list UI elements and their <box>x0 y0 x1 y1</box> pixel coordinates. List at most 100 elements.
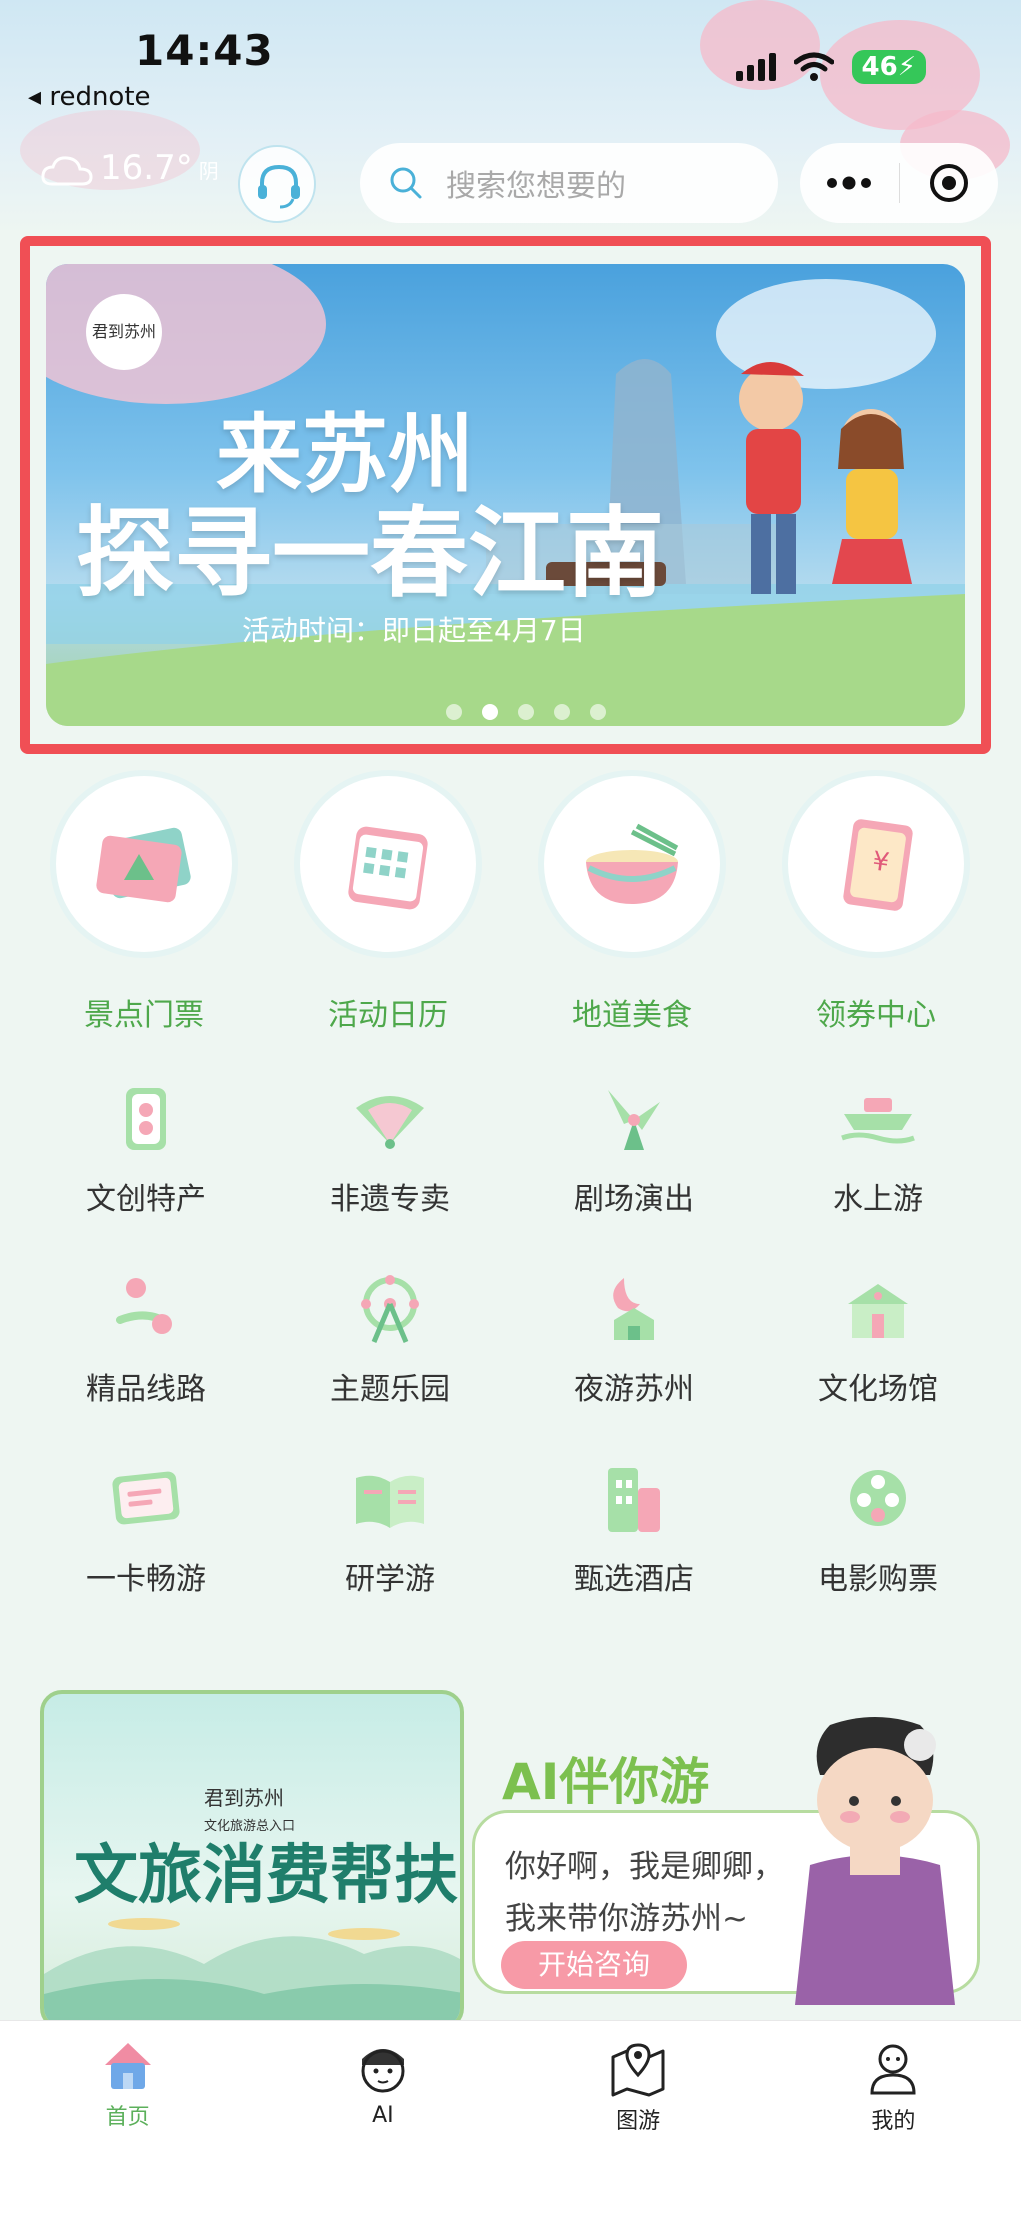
promo-card-consumption[interactable]: 君到苏州 文化旅游总入口 文旅消费帮扶 <box>40 1690 464 2030</box>
customer-service-button[interactable] <box>238 145 316 223</box>
service-label: 甄选酒店 <box>574 1562 694 1597</box>
start-consultation-button[interactable]: 开始咨询 <box>501 1941 687 1989</box>
service-movie-tickets[interactable]: 电影购票 <box>756 1460 1000 1598</box>
service-culture-venue[interactable]: 文化场馆 <box>756 1270 1000 1408</box>
weather-description: 阴 <box>198 159 219 183</box>
category-food[interactable]: 地道美食 <box>510 776 754 1034</box>
service-label: 电影购票 <box>818 1562 938 1597</box>
battery-indicator: 46⚡ <box>851 50 926 84</box>
calendar-icon <box>348 826 428 910</box>
tab-home[interactable]: 首页 <box>0 2021 255 2213</box>
pagination-dot[interactable] <box>518 704 534 720</box>
status-time: 14:43 <box>135 26 274 75</box>
tab-label: AI <box>372 2103 394 2128</box>
ai-greeting-line2: 我来带你游苏州~ <box>505 1901 748 1937</box>
service-label: 非遗专卖 <box>330 1182 450 1217</box>
service-label: 研学游 <box>345 1562 435 1597</box>
banner-logo: 君到苏州 <box>86 294 162 370</box>
back-to-app[interactable]: ◂ rednote <box>28 82 151 112</box>
service-grid: 文创特产 非遗专卖 剧场演出 水上游 精品线路 主题乐园 夜游苏州 文化场馆 一… <box>24 1080 994 1598</box>
service-heritage[interactable]: 非遗专卖 <box>268 1080 512 1218</box>
weather-temperature: 16.7° <box>100 148 193 188</box>
pagination-dot[interactable] <box>554 704 570 720</box>
service-boat-tour[interactable]: 水上游 <box>756 1080 1000 1218</box>
pagination-dot-active[interactable] <box>482 704 498 720</box>
promo-card-title: 文旅消费帮扶 <box>74 1838 458 1913</box>
souvenir-icon <box>126 1088 166 1150</box>
moon-night-icon <box>613 1278 654 1340</box>
headset-icon <box>258 164 300 209</box>
service-study-tour[interactable]: 研学游 <box>268 1460 512 1598</box>
back-app-label: rednote <box>49 82 151 112</box>
service-theme-park[interactable]: 主题乐园 <box>268 1270 512 1408</box>
search-icon <box>390 167 422 199</box>
service-label: 文化场馆 <box>818 1372 938 1407</box>
wifi-icon <box>793 52 834 81</box>
category-label: 活动日历 <box>328 998 448 1033</box>
battery-level: 46 <box>861 52 898 82</box>
bottom-tab-bar: 首页 AI 图游 我的 <box>0 2020 1021 2213</box>
service-label: 水上游 <box>833 1182 923 1217</box>
route-icon <box>116 1278 172 1334</box>
main-category-row: 景点门票 活动日历 地道美食 ¥ 领券中心 <box>0 776 1021 1034</box>
service-label: 精品线路 <box>86 1372 206 1407</box>
category-calendar[interactable]: 活动日历 <box>266 776 510 1034</box>
map-pin-icon <box>611 2043 665 2097</box>
service-routes[interactable]: 精品线路 <box>24 1270 268 1408</box>
coupon-icon: ¥ <box>843 819 913 911</box>
search-placeholder: 搜索您想要的 <box>446 169 626 204</box>
banner-pagination <box>446 704 606 720</box>
user-icon <box>870 2044 916 2095</box>
more-dots-icon <box>827 176 872 190</box>
pagination-dot[interactable] <box>590 704 606 720</box>
category-label: 领券中心 <box>816 998 936 1033</box>
promo-banner[interactable]: 君到苏州 来苏州 探寻一春江南 活动时间：即日起至4月7日 <box>46 264 965 726</box>
category-badge <box>300 776 476 952</box>
service-label: 主题乐园 <box>330 1372 450 1407</box>
museum-icon <box>848 1284 908 1338</box>
service-label: 文创特产 <box>86 1182 206 1217</box>
cellular-signal-icon <box>735 53 776 81</box>
tab-ai[interactable]: AI <box>255 2021 510 2213</box>
search-input[interactable]: 搜索您想要的 <box>360 143 778 223</box>
banner-highlight-frame: 君到苏州 来苏州 探寻一春江南 活动时间：即日起至4月7日 <box>20 236 991 754</box>
more-menu-button[interactable] <box>800 143 899 223</box>
film-reel-icon <box>850 1470 906 1526</box>
ticket-icon <box>96 827 191 903</box>
pagination-dot[interactable] <box>446 704 462 720</box>
close-mini-program-button[interactable] <box>900 143 999 223</box>
book-icon <box>356 1475 424 1528</box>
tab-profile[interactable]: 我的 <box>766 2021 1021 2213</box>
service-souvenir[interactable]: 文创特产 <box>24 1080 268 1218</box>
service-hotels[interactable]: 甄选酒店 <box>512 1460 756 1598</box>
theater-icon <box>608 1090 660 1150</box>
fan-icon <box>356 1096 424 1149</box>
service-label: 夜游苏州 <box>574 1372 694 1407</box>
noodle-bowl-icon <box>586 823 679 904</box>
home-icon <box>104 2043 151 2089</box>
category-badge <box>56 776 232 952</box>
service-travel-card[interactable]: 一卡畅游 <box>24 1460 268 1598</box>
category-tickets[interactable]: 景点门票 <box>22 776 266 1034</box>
service-label: 一卡畅游 <box>86 1562 206 1597</box>
tab-label: 我的 <box>871 2109 916 2134</box>
cloud-icon <box>41 156 93 186</box>
service-night-tour[interactable]: 夜游苏州 <box>512 1270 756 1408</box>
promo-logo-title: 君到苏州 <box>204 1786 284 1810</box>
ai-guide-title: AI伴你游 <box>502 1753 710 1811</box>
tab-label: 图游 <box>616 2109 661 2134</box>
boat-icon <box>841 1098 915 1144</box>
category-badge <box>544 776 720 952</box>
service-theater[interactable]: 剧场演出 <box>512 1080 756 1218</box>
header: 14:43 ◂ rednote 46⚡ 16.7° 阴 搜索您想要的 <box>0 0 1021 235</box>
category-badge: ¥ <box>788 776 964 952</box>
category-coupons[interactable]: ¥ 领券中心 <box>754 776 998 1034</box>
banner-title-line2: 探寻一春江南 <box>76 496 665 611</box>
mini-program-capsule <box>800 143 998 223</box>
service-label: 剧场演出 <box>574 1182 694 1217</box>
status-indicators: 46⚡ <box>735 50 926 84</box>
ai-character-avatar <box>795 1717 955 2005</box>
weather-widget[interactable]: 16.7° 阴 <box>40 148 219 188</box>
card-icon <box>112 1471 180 1525</box>
tab-map-tour[interactable]: 图游 <box>511 2021 766 2213</box>
